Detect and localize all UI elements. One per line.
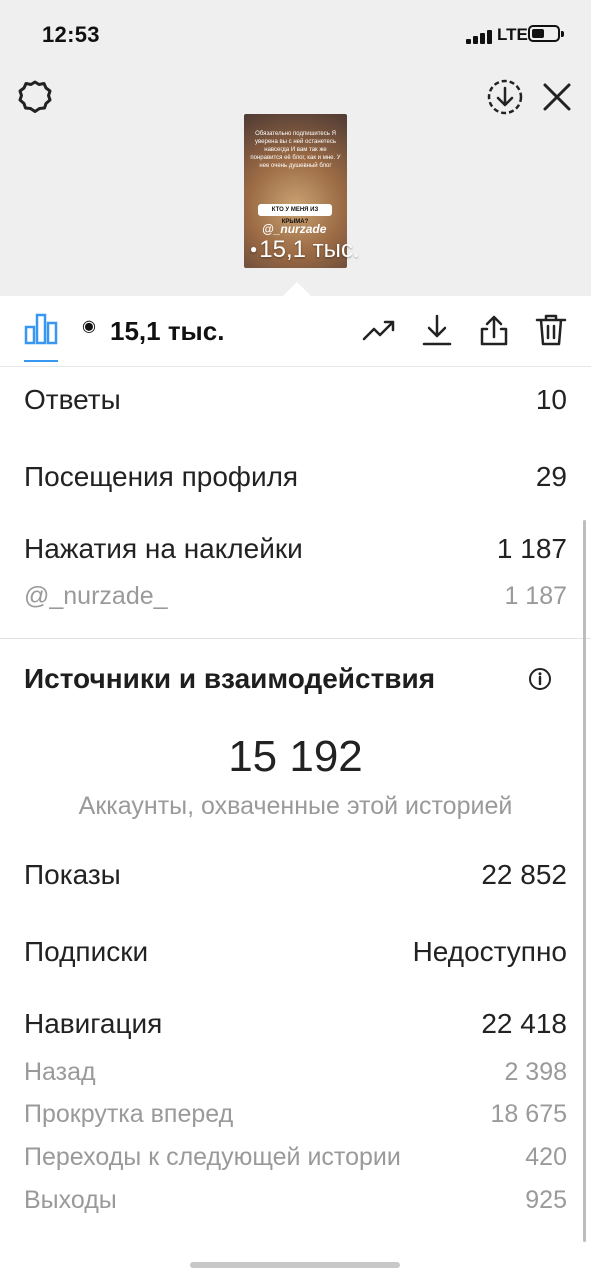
info-icon[interactable] — [528, 667, 552, 691]
back-value: 2 398 — [504, 1058, 567, 1086]
bar-chart-icon[interactable] — [24, 313, 58, 345]
profile-visits-label: Посещения профиля — [24, 461, 299, 492]
impressions-label: Показы — [24, 859, 121, 890]
section-divider — [0, 638, 591, 639]
status-time: 12:53 — [42, 22, 100, 47]
sticker-taps-label: Нажатия на наклейки — [24, 533, 303, 564]
status-bar: 12:53 LTE — [0, 0, 591, 70]
discovery-title: Источники и взаимодействия — [24, 663, 436, 694]
mention-sticker: @_nurzade — [262, 222, 327, 236]
back-label: Назад — [24, 1058, 96, 1086]
download-icon[interactable] — [420, 313, 454, 347]
eye-icon: ● — [250, 242, 258, 256]
profile-visits-value: 29 — [535, 461, 567, 492]
trash-icon[interactable] — [534, 313, 568, 347]
forward-label: Прокрутка вперед — [24, 1100, 234, 1128]
thumbnail-views: ●15,1 тыс. — [250, 236, 360, 264]
story-caption: Обязательно подпишитесь Я уверена вы с н… — [250, 131, 341, 169]
replies-value: 10 — [535, 384, 567, 415]
exits-label: Выходы — [24, 1186, 117, 1214]
thumbnail-views-count: 15,1 тыс. — [259, 236, 360, 263]
close-icon[interactable] — [540, 80, 574, 114]
reach-count: 15 192 — [228, 732, 363, 781]
follows-label: Подписки — [24, 936, 149, 967]
question-sticker: КТО У МЕНЯ ИЗ КРЫМА? — [258, 204, 332, 225]
network-label: LTE — [497, 25, 528, 44]
selection-pointer — [283, 282, 311, 296]
gear-icon[interactable] — [16, 78, 54, 116]
impressions-value: 22 852 — [481, 859, 567, 890]
forward-value: 18 675 — [490, 1100, 567, 1128]
share-icon[interactable] — [477, 313, 511, 347]
active-tab-indicator — [24, 360, 58, 362]
sticker-taps-value: 1 187 — [496, 533, 567, 564]
navigation-label: Навигация — [24, 1008, 163, 1039]
follows-value: Недоступно — [412, 936, 567, 967]
sticker-mention-value: 1 187 — [504, 582, 567, 610]
replies-label: Ответы — [24, 384, 121, 415]
views-count: 15,1 тыс. — [110, 316, 225, 346]
trending-up-icon[interactable] — [362, 313, 396, 347]
download-circle-icon[interactable] — [486, 78, 524, 116]
story-toolbar: ◉ 15,1 тыс. — [0, 296, 591, 367]
eye-icon: ◉ — [82, 318, 96, 335]
battery-icon — [528, 25, 564, 42]
next-story-label: Переходы к следующей истории — [24, 1143, 401, 1171]
signal-icon — [466, 29, 494, 44]
home-indicator[interactable] — [190, 1262, 400, 1268]
next-story-value: 420 — [525, 1143, 567, 1171]
navigation-value: 22 418 — [481, 1008, 567, 1039]
exits-value: 925 — [525, 1186, 567, 1214]
sticker-mention-label: @_nurzade_ — [24, 582, 168, 610]
scrollbar[interactable] — [583, 520, 586, 1242]
reach-caption: Аккаунты, охваченные этой историей — [78, 792, 513, 820]
